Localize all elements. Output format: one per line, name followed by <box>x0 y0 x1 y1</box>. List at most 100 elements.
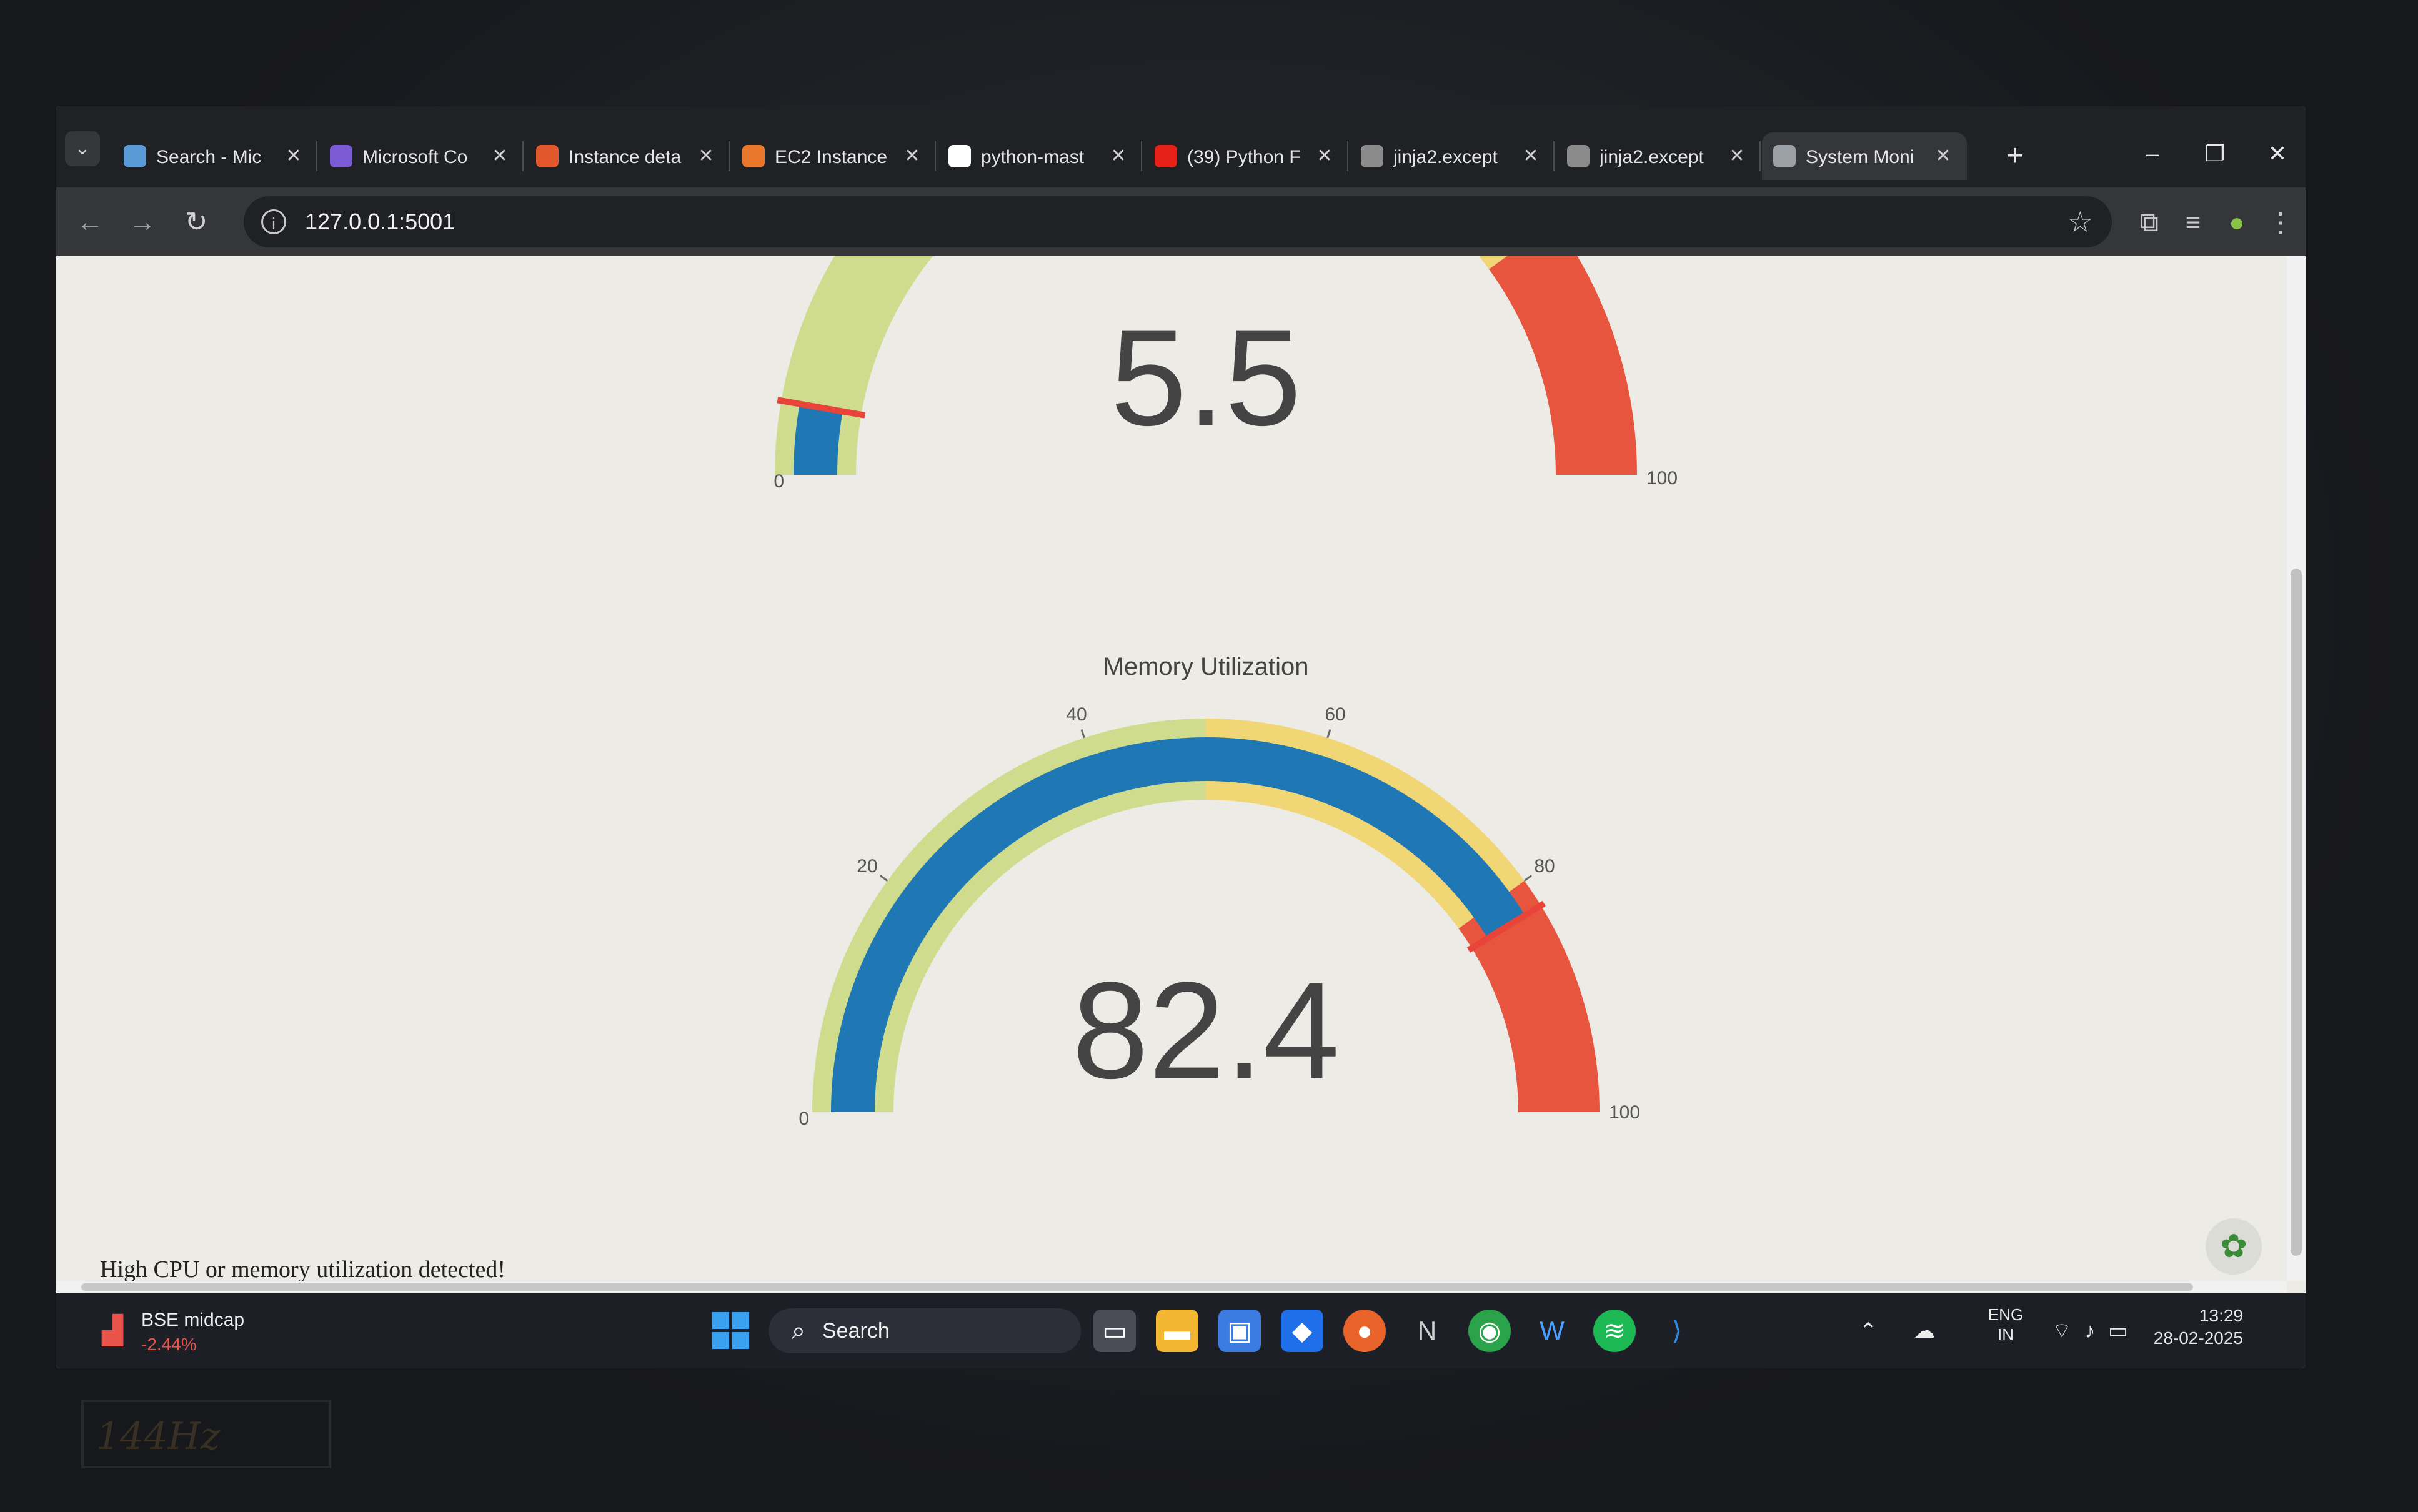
browser-tab[interactable]: Search - Mic ✕ <box>112 132 317 180</box>
stock-widget[interactable]: ▟ BSE midcap -2.44% <box>94 1307 319 1357</box>
cpu-gauge-max-label: 100 <box>1646 468 1678 489</box>
cpu-gauge-value: 5.5 <box>1110 301 1301 454</box>
laptop-sticker: 144Hz <box>81 1400 331 1468</box>
mem-gauge-tick <box>880 875 888 882</box>
wavebox-icon[interactable]: W <box>1531 1310 1573 1352</box>
gauges-canvas: 5.5 0 100 Memory Utilization 20 40 60 80 82… <box>774 256 1678 1129</box>
firefox-icon[interactable]: ● <box>1343 1310 1386 1352</box>
tab-separator <box>729 141 730 171</box>
restore-icon[interactable]: ❐ <box>2196 135 2234 172</box>
file-explorer-icon[interactable]: ▬ <box>1156 1310 1198 1352</box>
media-control-icon[interactable]: ≡ <box>2174 204 2212 241</box>
browser-tab-strip: ⌄ Search - Mic ✕ Microsoft Co ✕ Instance det… <box>56 106 2306 187</box>
clock-date: 28-02-2025 <box>2153 1328 2243 1348</box>
tray-overflow-icon[interactable]: ⌃ <box>1856 1312 1881 1350</box>
browser-tab-label: System Moni <box>1806 147 1914 167</box>
close-tab-icon[interactable]: ✕ <box>1726 144 1748 169</box>
browser-tab[interactable]: EC2 Instance ✕ <box>731 132 936 180</box>
browser-tab[interactable]: jinja2.except ✕ <box>1350 132 1555 180</box>
browser-tab-label: Instance deta <box>569 147 682 167</box>
close-tab-icon[interactable]: ✕ <box>489 144 511 169</box>
taskbar-search-label: Search <box>822 1319 890 1343</box>
task-view-icon[interactable]: ▭ <box>1093 1310 1136 1352</box>
page-icon <box>1567 145 1590 167</box>
mem-gauge-tick <box>1326 729 1331 739</box>
region-code: IN <box>1998 1325 2014 1344</box>
tab-search-button[interactable]: ⌄ <box>65 131 100 166</box>
forward-icon[interactable]: → <box>125 205 160 240</box>
url-text[interactable]: 127.0.0.1:5001 <box>305 207 455 236</box>
browser-toolbar: ← → ↻ i 127.0.0.1:5001 ☆ ⧉ ≡ ● ⋮ <box>56 187 2306 256</box>
close-tab-icon[interactable]: ✕ <box>1107 144 1130 169</box>
stock-chart-icon: ▟ <box>102 1315 123 1346</box>
close-tab-icon[interactable]: ✕ <box>695 144 717 169</box>
browser-tab-label: (39) Python F <box>1187 147 1301 167</box>
browser-tab[interactable]: Microsoft Co ✕ <box>319 132 524 180</box>
address-bar[interactable]: i 127.0.0.1:5001 ☆ <box>244 196 2112 247</box>
close-tab-icon[interactable]: ✕ <box>282 144 305 169</box>
aws-icon <box>742 145 765 167</box>
close-tab-icon[interactable]: ✕ <box>1313 144 1336 169</box>
browser-tab[interactable]: System Moni ✕ <box>1762 132 1967 180</box>
utilization-alert: High CPU or memory utilization detected! <box>100 1256 506 1283</box>
dropbox-icon[interactable]: ◆ <box>1281 1310 1323 1352</box>
browser-tab-label: python-mast <box>981 147 1085 167</box>
notion-icon[interactable]: N <box>1406 1310 1448 1352</box>
close-window-icon[interactable]: ✕ <box>2259 135 2296 172</box>
wifi-icon[interactable]: ⌔ <box>2049 1312 2074 1350</box>
new-tab-button[interactable]: + <box>1999 139 2031 174</box>
memory-gauge: Memory Utilization 20 40 60 80 82.4 0 100 <box>799 653 1640 1129</box>
stock-widget-value: -2.44% <box>141 1335 197 1354</box>
assistant-bot-icon[interactable]: ✿ <box>2206 1218 2262 1275</box>
stock-widget-name: BSE midcap <box>141 1310 245 1330</box>
tab-separator <box>1759 141 1761 171</box>
horizontal-scroll-thumb[interactable] <box>81 1283 2193 1291</box>
browser-tab[interactable]: jinja2.except ✕ <box>1556 132 1761 180</box>
browser-tab[interactable]: (39) Python F ✕ <box>1143 132 1348 180</box>
language-indicator[interactable]: ENG IN <box>1981 1305 2031 1345</box>
minimize-icon[interactable]: – <box>2134 135 2171 172</box>
horizontal-scrollbar[interactable] <box>56 1281 2287 1293</box>
taskbar-search-box[interactable]: ⌕ Search <box>769 1308 1081 1353</box>
close-tab-icon[interactable]: ✕ <box>901 144 923 169</box>
close-tab-icon[interactable]: ✕ <box>1520 144 1542 169</box>
spotify-icon[interactable]: ≋ <box>1593 1310 1636 1352</box>
close-tab-icon[interactable]: ✕ <box>1932 144 1954 169</box>
youtube-icon <box>1155 145 1177 167</box>
windows-taskbar: ▟ BSE midcap -2.44% ⌕ Search ▭ ▬ ▣ ◆ ● N… <box>56 1293 2306 1368</box>
clock[interactable]: 13:29 28-02-2025 <box>2093 1305 2243 1350</box>
memory-gauge-title: Memory Utilization <box>1103 653 1309 680</box>
tab-separator <box>316 141 317 171</box>
cpu-gauge-min-label: 0 <box>774 471 784 492</box>
dashboard-page: 5.5 0 100 Memory Utilization 20 40 60 80 82… <box>56 256 2306 1293</box>
bookmark-star-icon[interactable]: ☆ <box>2067 206 2093 237</box>
windows-start-icon[interactable] <box>712 1312 750 1350</box>
mem-gauge-tick <box>1523 875 1532 882</box>
store-icon[interactable]: ▣ <box>1218 1310 1261 1352</box>
memory-gauge-max-label: 100 <box>1609 1102 1640 1123</box>
vertical-scroll-thumb[interactable] <box>2291 569 2302 1256</box>
chrome-icon[interactable]: ◉ <box>1468 1310 1511 1352</box>
extensions-icon[interactable]: ⧉ <box>2131 204 2168 241</box>
github-icon <box>948 145 971 167</box>
search-icon: ⌕ <box>791 1317 806 1345</box>
browser-tab[interactable]: Instance deta ✕ <box>525 132 730 180</box>
mem-gauge-tick-label: 60 <box>1325 704 1345 725</box>
site-info-icon[interactable]: i <box>261 209 286 234</box>
browser-tab[interactable]: python-mast ✕ <box>937 132 1142 180</box>
back-icon[interactable]: ← <box>72 205 107 240</box>
mem-gauge-tick-label: 40 <box>1066 704 1087 725</box>
onedrive-icon[interactable]: ☁ <box>1906 1312 1943 1350</box>
copilot-icon <box>330 145 352 167</box>
memory-gauge-min-label: 0 <box>799 1108 809 1129</box>
tab-separator <box>935 141 936 171</box>
mem-gauge-tick-label: 80 <box>1534 856 1555 877</box>
reload-icon[interactable]: ↻ <box>179 205 214 240</box>
menu-kebab-icon[interactable]: ⋮ <box>2262 204 2299 241</box>
clock-time: 13:29 <box>2199 1306 2243 1325</box>
vertical-scrollbar[interactable] <box>2287 256 2306 1281</box>
profile-avatar-icon[interactable]: ● <box>2218 204 2256 241</box>
cpu-gauge: 5.5 0 100 <box>774 256 1678 492</box>
vscode-icon[interactable]: ⟩ <box>1656 1310 1698 1352</box>
search-icon <box>124 145 146 167</box>
